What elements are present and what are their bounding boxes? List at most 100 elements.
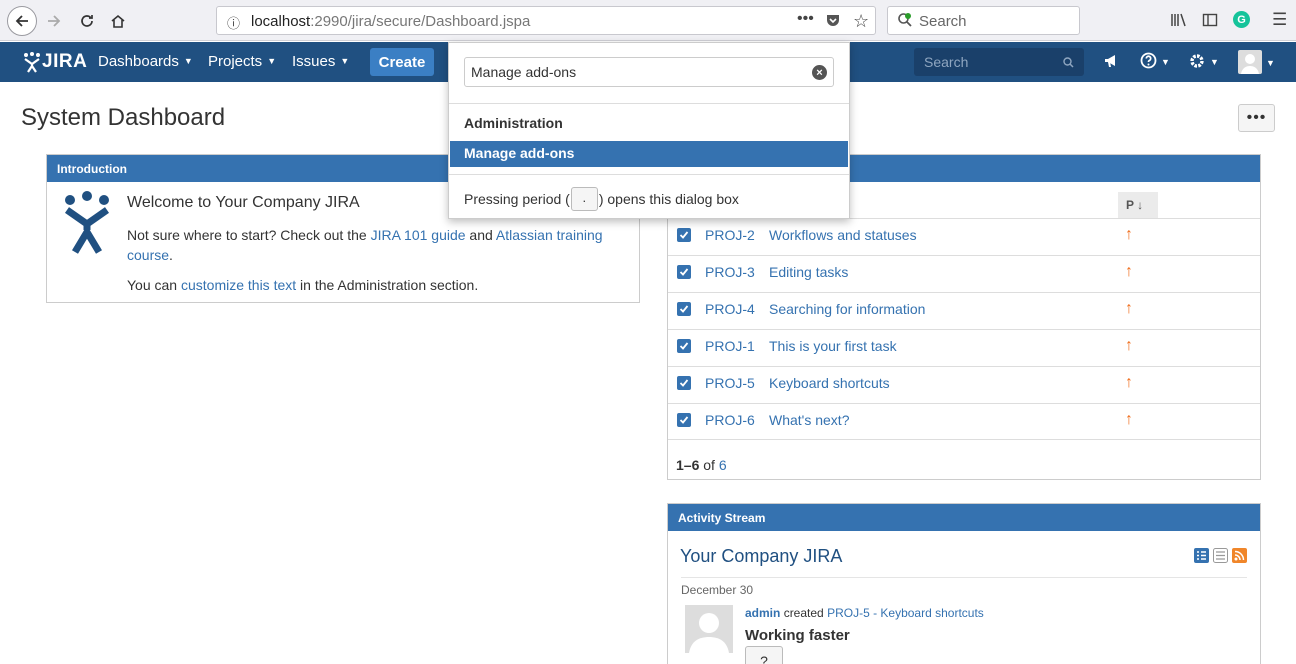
search-icon [1063,57,1074,68]
issue-key-link[interactable]: PROJ-1 [705,338,755,354]
pocket-icon[interactable] [825,12,841,28]
forward-button[interactable] [40,7,68,35]
issue-key-link[interactable]: PROJ-6 [705,412,755,428]
priority-high-icon: ↑ [1125,226,1133,243]
list-view-icon[interactable] [1194,548,1209,566]
pager-range: 1–6 [676,457,700,473]
bookmark-star-icon[interactable]: ☆ [853,11,869,32]
priority-high-icon: ↑ [1125,337,1133,354]
intro-text: in the Administration section. [296,277,479,293]
forward-arrow-icon [48,15,61,27]
checkbox[interactable] [677,339,691,353]
issue-key-link[interactable]: PROJ-5 [705,375,755,391]
user-avatar[interactable]: ▼ [1238,50,1275,79]
full-view-icon[interactable] [1213,548,1228,566]
page-actions-icon[interactable]: ••• [797,10,814,28]
priority-column-header[interactable]: P ↓ [1118,192,1158,218]
help-icon[interactable]: ▼ [1140,52,1170,74]
manage-add-ons-option[interactable]: Manage add-ons [450,141,848,167]
dialog-section-heading: Administration [464,115,563,131]
admin-search-dialog: Manage add-ons × Administration Manage a… [448,42,850,219]
create-button[interactable]: Create [370,48,434,76]
library-icon[interactable] [1170,12,1187,28]
issue-summary-link[interactable]: Keyboard shortcuts [769,375,890,391]
admin-search-value: Manage add-ons [471,64,577,80]
issue-summary-link[interactable]: Editing tasks [769,264,848,280]
url-bar[interactable]: ⓘ localhost:2990/jira/secure/Dashboard.j… [216,6,876,35]
settings-gear-icon[interactable]: ▼ [1188,52,1219,75]
home-button[interactable] [104,7,132,35]
divider [449,103,849,104]
priority-high-icon: ↑ [1125,300,1133,317]
activity-date: December 30 [681,577,1247,597]
table-row[interactable]: PROJ-4 Searching for information ↑ [668,292,1260,329]
intro-paragraph-2: You can customize this text in the Admin… [127,275,627,295]
issue-summary-link[interactable]: Searching for information [769,301,925,317]
grammarly-icon[interactable]: G [1233,11,1250,28]
nav-dashboards-label: Dashboards [98,53,179,70]
period-key: . [570,187,598,211]
clear-icon[interactable]: × [812,65,827,80]
info-icon[interactable]: ⓘ [227,13,240,32]
issue-summary-link[interactable]: This is your first task [769,338,897,354]
chevron-down-icon: ▼ [1266,58,1275,68]
divider [449,174,849,175]
activity-issue-link[interactable]: PROJ-5 - Keyboard shortcuts [827,606,984,620]
browser-search-field[interactable]: Search [887,6,1080,35]
chevron-down-icon: ▼ [183,56,193,66]
nav-issues[interactable]: Issues ▼ [292,53,349,70]
checkbox[interactable] [677,413,691,427]
jira-search-input[interactable]: Search [914,48,1084,76]
jira-logo-icon [24,52,40,73]
rss-feed-icon[interactable] [1232,548,1247,566]
table-row[interactable]: PROJ-3 Editing tasks ↑ [668,255,1260,292]
search-engine-icon [897,12,913,28]
jira-101-guide-link[interactable]: JIRA 101 guide [371,227,466,243]
hamburger-menu-icon[interactable]: ☰ [1272,10,1287,30]
activity-verb: created [783,606,824,620]
checkbox[interactable] [677,265,691,279]
gadget-title: Activity Stream [668,504,1260,531]
nav-dashboards[interactable]: Dashboards ▼ [98,53,193,70]
customize-text-link[interactable]: customize this text [181,277,296,293]
sidebar-icon[interactable] [1202,12,1218,28]
pagination: 1–6 of 6 [676,457,727,473]
chevron-down-icon: ▼ [1161,57,1170,67]
back-button[interactable] [7,6,37,36]
intro-text: You can [127,277,181,293]
feedback-megaphone-icon[interactable] [1103,52,1120,74]
issue-key-link[interactable]: PROJ-2 [705,227,755,243]
nav-issues-label: Issues [292,53,336,70]
reload-button[interactable] [73,7,101,35]
checkbox[interactable] [677,302,691,316]
table-row[interactable]: PROJ-5 Keyboard shortcuts ↑ [668,366,1260,403]
intro-paragraph-1: Not sure where to start? Check out the J… [127,225,627,265]
jira-logo[interactable]: JIRA [22,51,87,73]
priority-column-label: P [1126,198,1134,212]
keyboard-key: ? [745,646,783,664]
issue-key-link[interactable]: PROJ-4 [705,301,755,317]
checkbox[interactable] [677,228,691,242]
priority-high-icon: ↑ [1125,263,1133,280]
dialog-hint: Pressing period (.) opens this dialog bo… [464,187,739,211]
intro-title: Welcome to Your Company JIRA [127,194,360,211]
jira-logo-text: JIRA [42,51,88,72]
activity-user-link[interactable]: admin [745,606,780,620]
table-row[interactable]: PROJ-6 What's next? ↑ [668,403,1260,440]
admin-search-input[interactable]: Manage add-ons × [464,57,834,87]
priority-high-icon: ↑ [1125,411,1133,428]
url-text: localhost:2990/jira/secure/Dashboard.jsp… [251,13,531,30]
nav-projects[interactable]: Projects ▼ [208,53,276,70]
table-row[interactable]: PROJ-1 This is your first task ↑ [668,329,1260,366]
issue-key-link[interactable]: PROJ-3 [705,264,755,280]
issue-summary-link[interactable]: Workflows and statuses [769,227,917,243]
avatar[interactable] [685,605,733,653]
dashboard-tools-button[interactable]: ••• [1238,104,1275,132]
jira-mascot-icon [64,191,110,254]
issue-summary-link[interactable]: What's next? [769,412,850,428]
hint-text: Pressing period ( [464,191,570,207]
checkbox[interactable] [677,376,691,390]
table-row[interactable]: PROJ-2 Workflows and statuses ↑ [668,218,1260,255]
chevron-down-icon: ▼ [340,56,350,66]
pager-total-link[interactable]: 6 [719,457,727,473]
